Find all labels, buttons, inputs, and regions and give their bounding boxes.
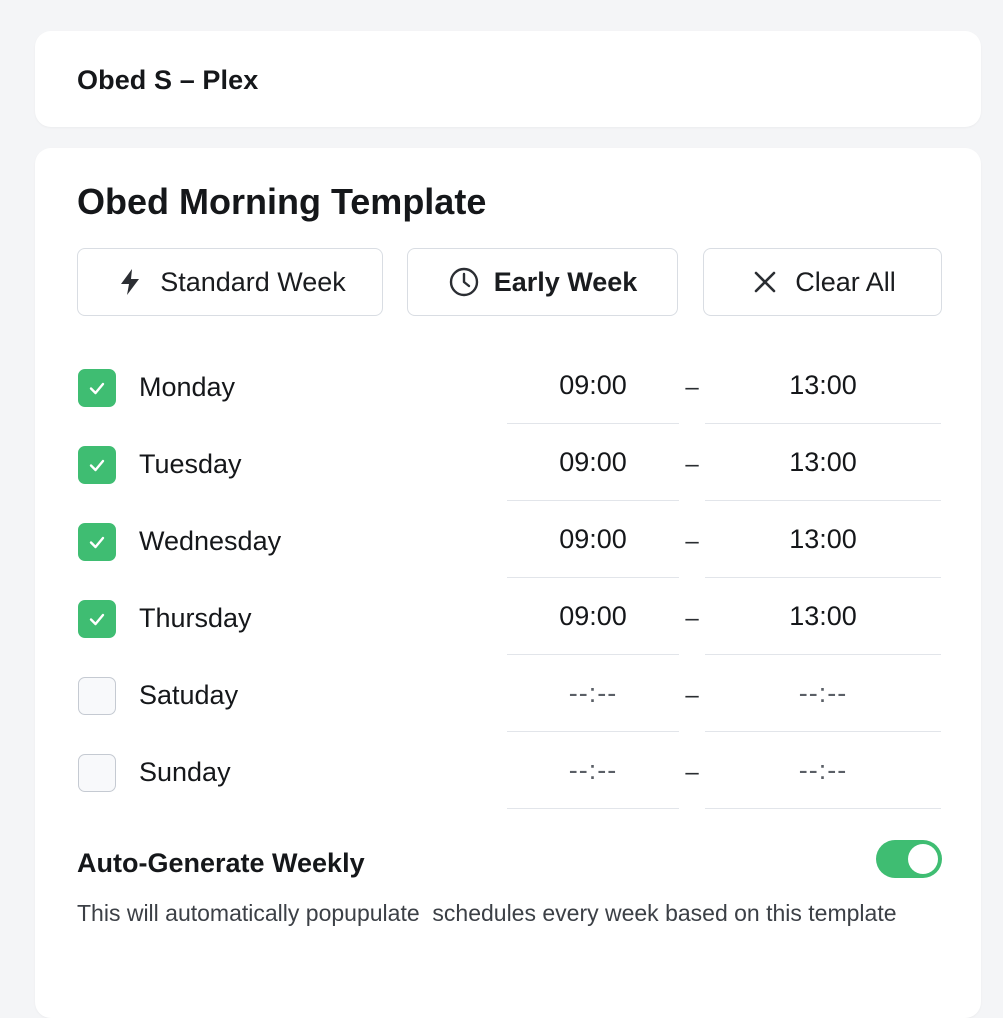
time-separator: –: [685, 605, 699, 632]
wednesday-start-time[interactable]: 09:00: [507, 501, 679, 578]
monday-checkbox[interactable]: [78, 369, 116, 407]
day-row-monday: Monday 09:00 – 13:00: [35, 347, 981, 424]
early-week-button[interactable]: Early Week: [407, 248, 678, 316]
check-icon: [89, 613, 105, 626]
monday-end-time[interactable]: 13:00: [705, 347, 941, 424]
saturday-checkbox[interactable]: [78, 677, 116, 715]
sunday-start-time[interactable]: --:--: [507, 732, 679, 809]
clear-all-label: Clear All: [795, 266, 896, 297]
standard-week-button[interactable]: Standard Week: [77, 248, 383, 316]
toggle-knob: [908, 844, 938, 874]
page-title: Obed S – Plex: [77, 65, 259, 95]
day-label: Satuday: [139, 680, 239, 710]
time-separator: –: [685, 451, 699, 478]
clock-icon: [448, 266, 480, 298]
auto-generate-toggle[interactable]: [876, 840, 942, 878]
auto-generate-description: This will automatically popupulate sched…: [77, 900, 897, 926]
thursday-start-time[interactable]: 09:00: [507, 578, 679, 655]
day-row-tuesday: Tuesday 09:00 – 13:00: [35, 424, 981, 501]
template-card: Obed Morning Template Standard Week Earl…: [35, 148, 981, 1018]
tuesday-checkbox[interactable]: [78, 446, 116, 484]
time-separator: –: [685, 682, 699, 709]
saturday-start-time[interactable]: --:--: [507, 655, 679, 732]
day-label: Tuesday: [139, 449, 242, 479]
standard-week-label: Standard Week: [160, 266, 346, 297]
auto-generate-title: Auto-Generate Weekly: [77, 848, 365, 878]
check-icon: [89, 382, 105, 395]
day-label: Sunday: [139, 757, 231, 787]
time-separator: –: [685, 528, 699, 555]
thursday-checkbox[interactable]: [78, 600, 116, 638]
template-title: Obed Morning Template: [77, 181, 487, 222]
sunday-end-time[interactable]: --:--: [705, 732, 941, 809]
time-separator: –: [685, 759, 699, 786]
header-card: Obed S – Plex: [35, 31, 981, 127]
clear-all-button[interactable]: Clear All: [703, 248, 942, 316]
saturday-end-time[interactable]: --:--: [705, 655, 941, 732]
lightning-icon: [114, 266, 146, 298]
early-week-label: Early Week: [493, 266, 638, 297]
time-separator: –: [685, 374, 699, 401]
day-label: Wednesday: [139, 526, 282, 556]
wednesday-end-time[interactable]: 13:00: [705, 501, 941, 578]
tuesday-end-time[interactable]: 13:00: [705, 424, 941, 501]
close-icon: [749, 266, 781, 298]
monday-start-time[interactable]: 09:00: [507, 347, 679, 424]
day-label: Thursday: [139, 603, 252, 633]
check-icon: [89, 536, 105, 549]
day-label: Monday: [139, 372, 236, 402]
sunday-checkbox[interactable]: [78, 754, 116, 792]
wednesday-checkbox[interactable]: [78, 523, 116, 561]
tuesday-start-time[interactable]: 09:00: [507, 424, 679, 501]
thursday-end-time[interactable]: 13:00: [705, 578, 941, 655]
day-row-wednesday: Wednesday 09:00 – 13:00: [35, 501, 981, 578]
day-row-saturday: Satuday --:-- – --:--: [35, 655, 981, 732]
day-row-thursday: Thursday 09:00 – 13:00: [35, 578, 981, 655]
day-row-sunday: Sunday --:-- – --:--: [35, 732, 981, 809]
check-icon: [89, 459, 105, 472]
